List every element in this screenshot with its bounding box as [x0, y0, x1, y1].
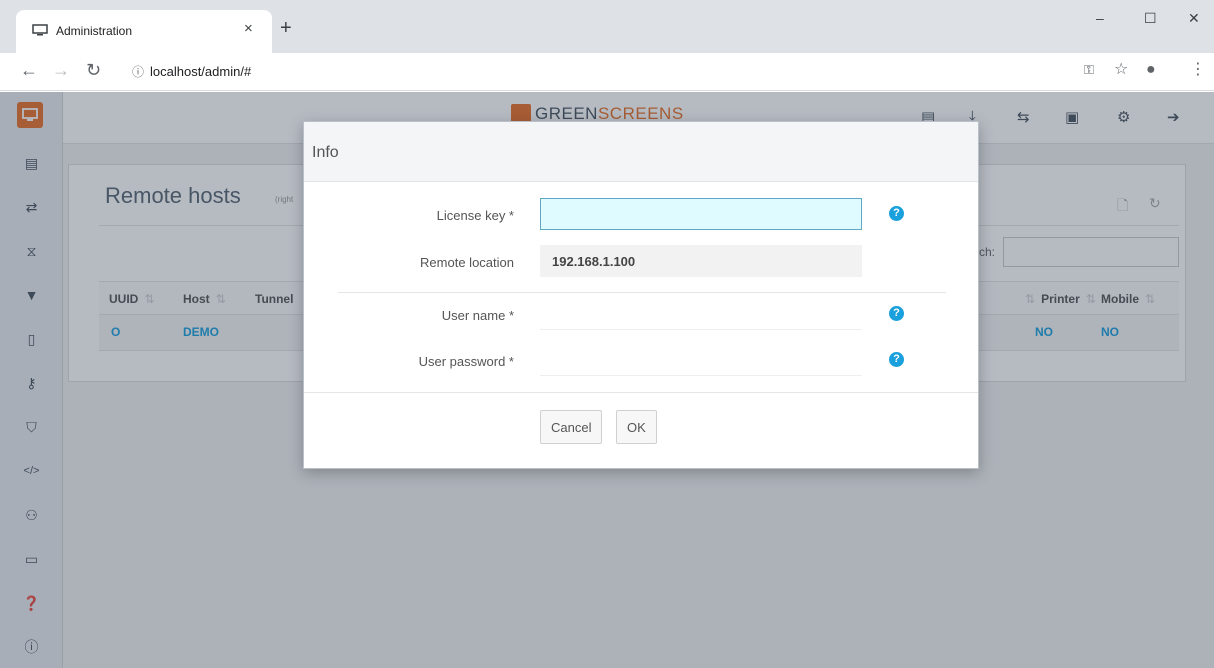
minimize-button[interactable]: –: [1096, 10, 1104, 26]
user-password-label: User password *: [418, 354, 514, 369]
user-password-help-icon[interactable]: ?: [889, 352, 904, 367]
dialog-header: Info: [304, 122, 978, 182]
dialog-divider: [338, 292, 946, 293]
user-name-input[interactable]: [540, 298, 862, 330]
ok-button[interactable]: OK: [616, 410, 657, 444]
user-name-help-icon[interactable]: ?: [889, 306, 904, 321]
tab-close-button[interactable]: ×: [244, 20, 253, 37]
monitor-icon: [32, 24, 48, 36]
url-text: localhost/admin/#: [150, 64, 252, 79]
cancel-button[interactable]: Cancel: [540, 410, 603, 444]
user-password-input[interactable]: [540, 344, 862, 376]
close-window-button[interactable]: ✕: [1188, 10, 1200, 27]
info-dialog: Info License key * ? Remote location 192…: [303, 121, 979, 469]
license-key-label: License key *: [436, 208, 514, 223]
user-name-label: User name *: [441, 308, 514, 323]
forward-arrow-icon[interactable]: →: [52, 61, 70, 79]
browser-tab-strip: Administration × + – ☐ ✕: [0, 0, 1214, 53]
dialog-title: Info: [312, 144, 339, 161]
omnibox[interactable]: ⓘ localhost/admin/#: [118, 59, 1178, 85]
address-bar: ← → ↻ ⓘ localhost/admin/# ⚿ ☆ ● ⋮: [0, 53, 1214, 91]
star-icon[interactable]: ☆: [1114, 61, 1128, 79]
license-help-icon[interactable]: ?: [889, 206, 904, 221]
browser-tab[interactable]: Administration ×: [16, 10, 272, 53]
key-icon[interactable]: ⚿: [1084, 61, 1094, 79]
new-tab-button[interactable]: +: [280, 18, 292, 38]
remote-location-label: Remote location: [420, 255, 514, 270]
maximize-button[interactable]: ☐: [1144, 10, 1157, 27]
profile-icon[interactable]: ●: [1146, 61, 1156, 79]
dialog-footer: Cancel OK: [304, 392, 978, 468]
tab-title: Administration: [56, 24, 133, 38]
remote-location-value: 192.168.1.100: [540, 245, 862, 277]
back-arrow-icon[interactable]: ←: [20, 61, 38, 79]
reload-icon[interactable]: ↻: [86, 61, 101, 79]
menu-dots-icon[interactable]: ⋮: [1190, 61, 1206, 79]
license-key-input[interactable]: [540, 198, 862, 230]
site-info-icon[interactable]: ⓘ: [132, 63, 144, 80]
